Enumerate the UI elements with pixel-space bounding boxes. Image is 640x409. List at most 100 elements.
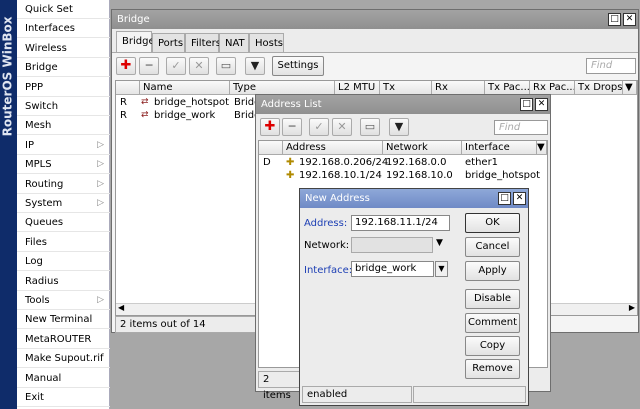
address-list-titlebar[interactable]: Address List □ ✕ — [256, 95, 550, 114]
column-header[interactable]: Tx — [380, 81, 432, 95]
sidebar-item-ip[interactable]: IP ▷ — [17, 136, 110, 155]
sidebar-item-label: IP — [25, 139, 34, 151]
column-header[interactable]: Tx Pac... — [485, 81, 530, 95]
address-label: Address: — [304, 218, 348, 229]
chevron-right-icon: ▷ — [97, 198, 104, 208]
sidebar-item-mesh[interactable]: Mesh — [17, 116, 110, 136]
column-header[interactable]: L2 MTU — [335, 81, 380, 95]
maximize-icon[interactable]: □ — [520, 98, 533, 111]
sidebar-item-mpls[interactable]: MPLS ▷ — [17, 155, 110, 175]
comment-button[interactable]: Comment — [465, 313, 520, 333]
interface-select[interactable]: bridge_work — [351, 261, 434, 277]
sidebar-item-make-supout-rif[interactable]: Make Supout.rif — [17, 349, 110, 369]
sidebar-item-routing[interactable]: Routing ▷ — [17, 175, 110, 194]
workspace: Bridge □ ✕ Bridge Ports Filters NAT Hosts ✚ … — [110, 0, 640, 409]
comment-icon[interactable]: ▭ — [360, 118, 380, 136]
column-header[interactable]: Tx Drops — [575, 81, 623, 95]
ok-button[interactable]: OK — [465, 213, 520, 233]
sort-dropdown-icon[interactable]: ▼ — [537, 141, 547, 155]
sidebar-item-tools[interactable]: Tools ▷ — [17, 291, 110, 310]
close-icon[interactable]: ✕ — [535, 98, 548, 111]
sidebar-item-exit[interactable]: Exit — [17, 388, 110, 407]
sidebar-item-radius[interactable]: Radius — [17, 272, 110, 291]
settings-button[interactable]: Settings — [272, 56, 324, 76]
tab-ports[interactable]: Ports — [152, 33, 185, 52]
disable-icon[interactable]: ✕ — [189, 57, 209, 75]
sidebar-item-interfaces[interactable]: Interfaces — [17, 19, 110, 39]
sidebar-item-log[interactable]: Log — [17, 252, 110, 272]
maximize-icon[interactable]: □ — [498, 192, 511, 205]
tab-nat[interactable]: NAT — [219, 33, 249, 52]
network-input[interactable] — [351, 237, 433, 253]
remove-icon[interactable]: ━ — [139, 57, 159, 75]
bridge-window-titlebar[interactable]: Bridge □ ✕ — [112, 10, 638, 29]
filter-icon[interactable]: ▼ — [245, 57, 265, 75]
column-header[interactable]: Rx — [432, 81, 485, 95]
table-row[interactable]: D ✚ 192.168.0.206/24 192.168.0.0 ether1 — [259, 156, 547, 169]
tab-hosts[interactable]: Hosts — [249, 33, 284, 52]
column-header[interactable]: Type — [230, 81, 335, 95]
sidebar-item-queues[interactable]: Queues — [17, 213, 110, 233]
sidebar-item-system[interactable]: System ▷ — [17, 194, 110, 213]
maximize-icon[interactable]: □ — [608, 13, 621, 26]
chevron-right-icon: ▷ — [97, 159, 104, 170]
sidebar-item-wireless[interactable]: Wireless — [17, 39, 110, 58]
tab-bridge[interactable]: Bridge — [116, 31, 155, 52]
column-header[interactable]: Rx Pac... — [530, 81, 575, 95]
sidebar-item-new-terminal[interactable]: New Terminal — [17, 310, 110, 330]
column-header[interactable]: Name — [140, 81, 230, 95]
sidebar-item-bridge[interactable]: Bridge — [17, 58, 110, 78]
scroll-left-icon[interactable]: ◀ — [118, 303, 124, 312]
address-icon: ✚ — [286, 170, 295, 181]
sort-dropdown-icon[interactable]: ▼ — [623, 81, 637, 95]
add-icon[interactable]: ✚ — [116, 57, 136, 75]
sidebar-item-label: MPLS — [25, 159, 52, 171]
enable-icon[interactable]: ✓ — [166, 57, 186, 75]
scroll-right-icon[interactable]: ▶ — [629, 303, 635, 312]
interface-dropdown-icon[interactable]: ▼ — [435, 261, 448, 277]
new-address-dialog: New Address □ ✕ Address: 192.168.11.1/24… — [299, 188, 529, 406]
new-address-titlebar[interactable]: New Address □ ✕ — [300, 189, 528, 208]
column-header[interactable]: Network — [383, 141, 462, 155]
column-header[interactable] — [259, 141, 283, 155]
sidebar-item-files[interactable]: Files — [17, 233, 110, 252]
table-row[interactable]: ✚ 192.168.10.1/24 192.168.10.0 bridge_hotsp… — [259, 169, 547, 182]
close-icon[interactable]: ✕ — [513, 192, 526, 205]
copy-button[interactable]: Copy — [465, 336, 520, 356]
enable-icon[interactable]: ✓ — [309, 118, 329, 136]
row-flag: R — [120, 110, 127, 121]
column-header[interactable] — [116, 81, 140, 95]
apply-button[interactable]: Apply — [465, 261, 520, 281]
sidebar-item-label: Tools — [25, 295, 50, 306]
close-icon[interactable]: ✕ — [623, 13, 636, 26]
sidebar-item-label: Routing — [25, 178, 64, 190]
cancel-button[interactable]: Cancel — [465, 237, 520, 257]
bridge-name: bridge_work — [154, 110, 216, 121]
sidebar-item-metarouter[interactable]: MetaROUTER — [17, 330, 110, 349]
disable-icon[interactable]: ✕ — [332, 118, 352, 136]
sidebar-item-switch[interactable]: Switch — [17, 97, 110, 116]
filter-icon[interactable]: ▼ — [389, 118, 409, 136]
comment-icon[interactable]: ▭ — [216, 57, 236, 75]
remove-button[interactable]: Remove — [465, 359, 520, 379]
tab-filters[interactable]: Filters — [185, 33, 221, 52]
sidebar-item-quick-set[interactable]: Quick Set — [17, 0, 110, 19]
address-input[interactable]: 192.168.11.1/24 — [351, 215, 450, 231]
add-icon[interactable]: ✚ — [260, 118, 280, 136]
sidebar-item-label: Log — [25, 256, 43, 268]
sidebar-item-label: Radius — [25, 275, 59, 287]
sidebar-item-label: Wireless — [25, 42, 67, 54]
network-value: 192.168.0.0 — [386, 157, 447, 168]
new-address-title: New Address — [305, 193, 370, 204]
bridge-window-title: Bridge — [117, 14, 150, 25]
sidebar-item-manual[interactable]: Manual — [17, 369, 110, 388]
bridge-find-input[interactable]: Find — [586, 58, 636, 74]
sidebar-item-ppp[interactable]: PPP — [17, 78, 110, 97]
remove-icon[interactable]: ━ — [282, 118, 302, 136]
column-header[interactable]: Interface — [462, 141, 537, 155]
disable-button[interactable]: Disable — [465, 289, 520, 309]
sidebar-item-label: MetaROUTER — [25, 333, 92, 345]
dropdown-icon[interactable]: ▼ — [436, 238, 443, 248]
address-find-input[interactable]: Find — [494, 120, 548, 135]
column-header[interactable]: Address — [283, 141, 383, 155]
